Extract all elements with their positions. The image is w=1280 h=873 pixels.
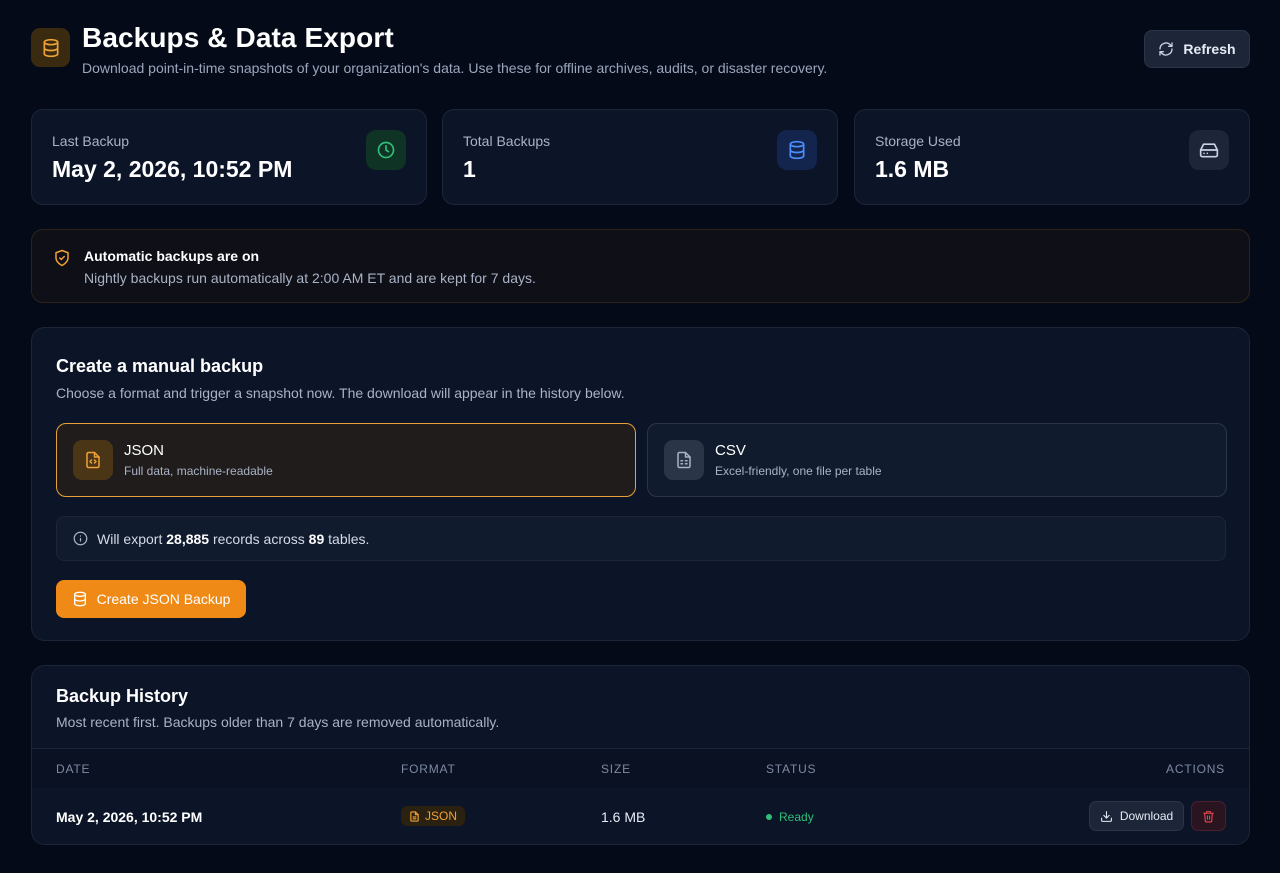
create-backup-button[interactable]: Create JSON Backup xyxy=(56,580,246,618)
page-title: Backups & Data Export xyxy=(82,22,394,53)
export-summary: Will export 28,885 records across 89 tab… xyxy=(56,516,1226,561)
stat-label: Total Backups xyxy=(463,133,551,149)
column-header-actions: ACTIONS xyxy=(1166,762,1225,776)
banner-text: Nightly backups run automatically at 2:0… xyxy=(84,270,536,286)
page-subtitle: Download point-in-time snapshots of your… xyxy=(82,60,828,76)
trash-icon xyxy=(1202,810,1215,823)
database-icon xyxy=(72,591,88,607)
stat-label: Storage Used xyxy=(875,133,961,149)
format-desc: Full data, machine-readable xyxy=(124,464,273,478)
column-header-format: FORMAT xyxy=(401,762,456,776)
format-name: CSV xyxy=(715,442,746,459)
manual-backup-card: Create a manual backup Choose a format a… xyxy=(31,327,1250,641)
section-subtitle: Choose a format and trigger a snapshot n… xyxy=(56,385,625,401)
record-count: 28,885 xyxy=(166,530,210,547)
stat-label: Last Backup xyxy=(52,133,130,149)
backup-size: 1.6 MB xyxy=(601,809,646,825)
export-summary-text: Will export 28,885 records across 89 tab… xyxy=(97,530,370,547)
hard-drive-icon xyxy=(1189,130,1229,170)
create-backup-label: Create JSON Backup xyxy=(96,591,231,607)
status-dot xyxy=(766,814,772,820)
file-icon xyxy=(409,810,420,822)
auto-backup-banner: Automatic backups are on Nightly backups… xyxy=(31,229,1250,303)
refresh-button[interactable]: Refresh xyxy=(1144,30,1250,68)
stat-card-total-backups: Total Backups 1 xyxy=(442,109,838,205)
table-count: 89 xyxy=(308,530,325,547)
format-option-csv[interactable]: CSV Excel-friendly, one file per table xyxy=(647,423,1227,497)
status-badge: Ready xyxy=(766,810,814,824)
table-row: May 2, 2026, 10:52 PM JSON 1.6 MB Ready xyxy=(32,788,1249,844)
stat-value: May 2, 2026, 10:52 PM xyxy=(52,156,293,182)
column-header-status: STATUS xyxy=(766,762,817,776)
download-button[interactable]: Download xyxy=(1089,801,1184,831)
section-subtitle: Most recent first. Backups older than 7 … xyxy=(56,714,500,730)
column-header-date: DATE xyxy=(56,762,91,776)
format-desc: Excel-friendly, one file per table xyxy=(715,464,882,478)
database-icon xyxy=(31,28,70,67)
info-icon xyxy=(73,531,88,546)
database-icon xyxy=(777,130,817,170)
refresh-icon xyxy=(1158,41,1174,57)
clock-icon xyxy=(366,130,406,170)
backup-history-card: Backup History Most recent first. Backup… xyxy=(31,665,1250,845)
stat-card-last-backup: Last Backup May 2, 2026, 10:52 PM xyxy=(31,109,427,205)
stat-card-storage-used: Storage Used 1.6 MB xyxy=(854,109,1250,205)
format-name: JSON xyxy=(124,442,165,459)
column-header-size: SIZE xyxy=(601,762,631,776)
shield-check-icon xyxy=(53,249,71,267)
table-header: DATE FORMAT SIZE STATUS ACTIONS xyxy=(32,748,1249,788)
file-code-icon xyxy=(73,440,113,480)
section-title: Create a manual backup xyxy=(56,356,264,376)
banner-title: Automatic backups are on xyxy=(84,248,260,264)
section-title: Backup History xyxy=(56,686,189,706)
stat-value: 1 xyxy=(463,156,476,182)
delete-button[interactable] xyxy=(1191,801,1226,831)
file-spreadsheet-icon xyxy=(664,440,704,480)
page-header: Backups & Data Export Download point-in-… xyxy=(31,20,1250,80)
download-icon xyxy=(1100,810,1113,823)
format-badge: JSON xyxy=(401,806,466,826)
refresh-label: Refresh xyxy=(1183,41,1236,57)
stat-value: 1.6 MB xyxy=(875,156,950,182)
format-option-json[interactable]: JSON Full data, machine-readable xyxy=(56,423,636,497)
backup-date: May 2, 2026, 10:52 PM xyxy=(56,809,203,825)
